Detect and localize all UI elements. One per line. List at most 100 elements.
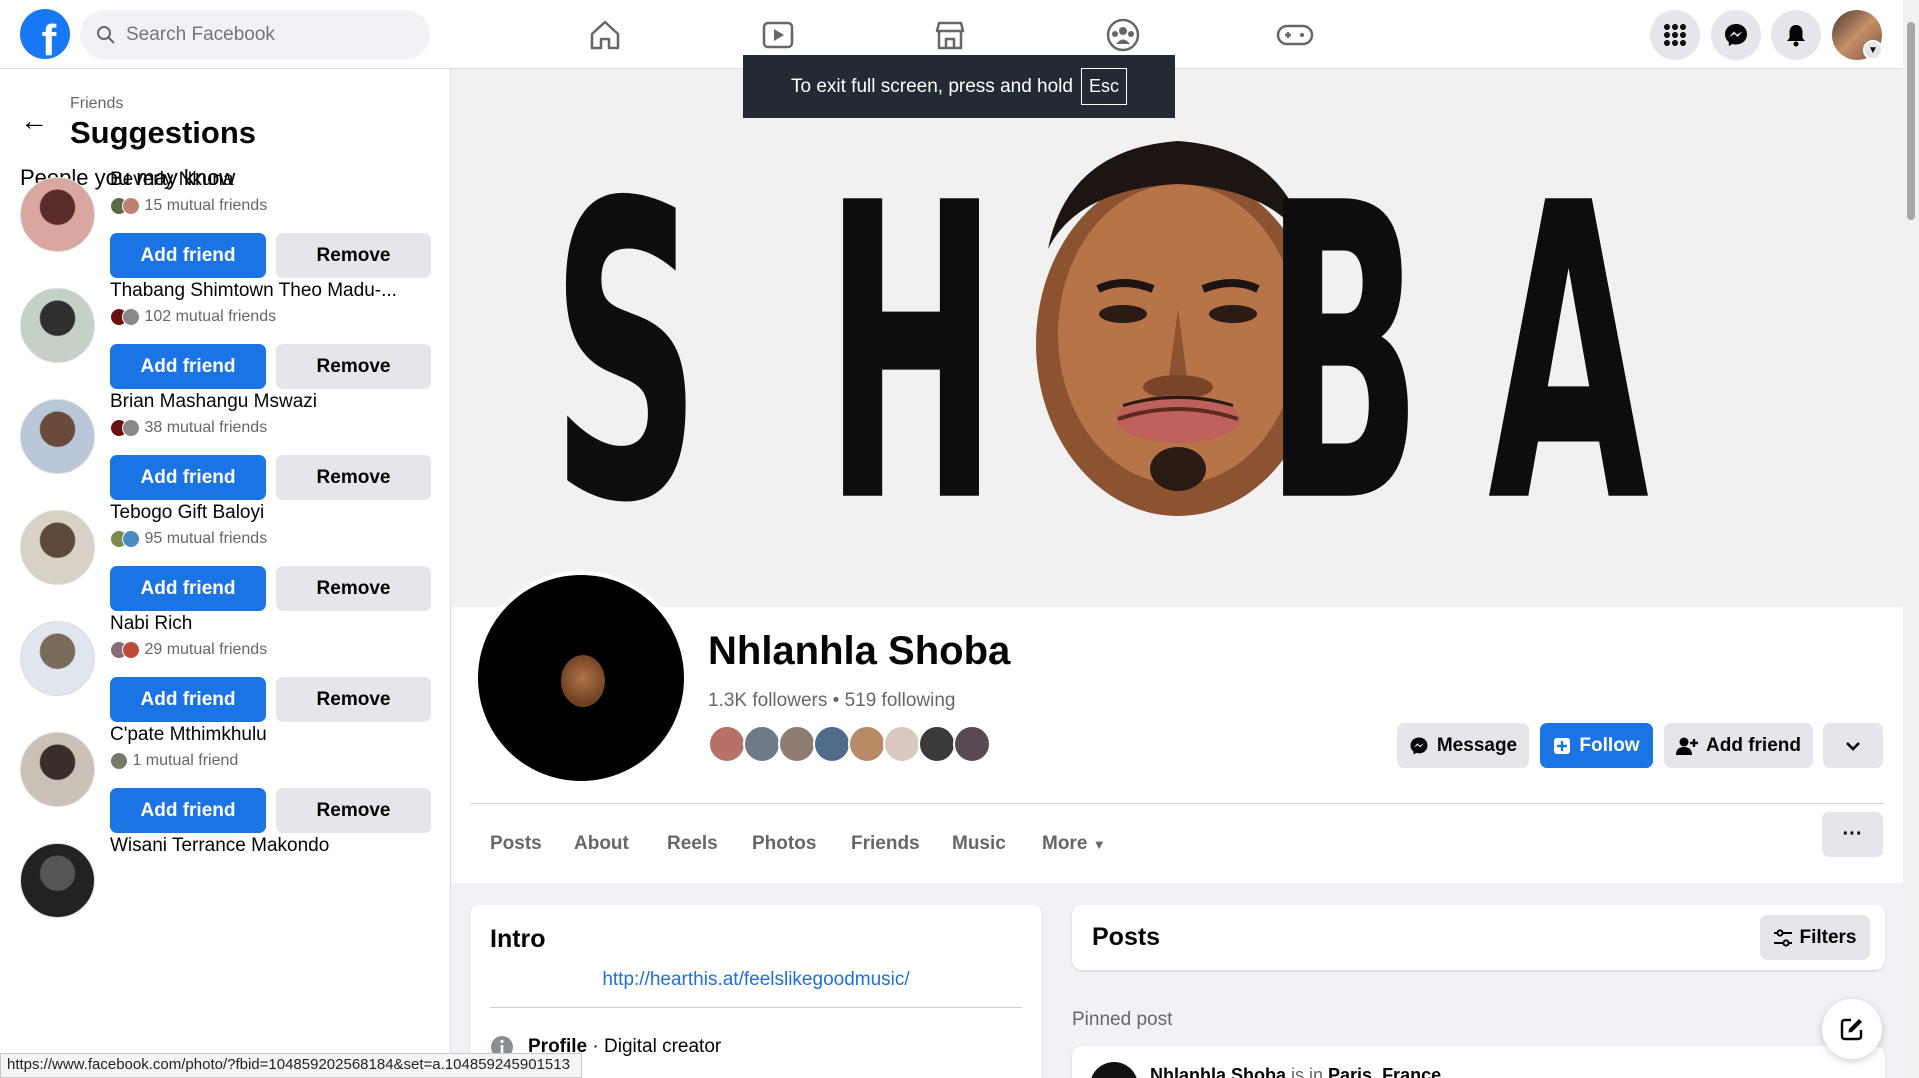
menu-button[interactable] — [1650, 10, 1700, 60]
add-friend-button[interactable]: Add friend — [110, 455, 266, 500]
tab-posts[interactable]: Posts — [490, 833, 542, 855]
tab-reels[interactable]: Reels — [667, 833, 718, 855]
cover-letter: A — [1488, 118, 1649, 593]
remove-button[interactable]: Remove — [276, 233, 431, 278]
follower-avatar[interactable] — [848, 725, 886, 763]
tab-about[interactable]: About — [574, 833, 629, 855]
status-bar-url: https://www.facebook.com/photo/?fbid=104… — [0, 1053, 582, 1078]
remove-button[interactable]: Remove — [276, 677, 431, 722]
messenger-button[interactable] — [1711, 10, 1761, 60]
follower-avatar[interactable] — [918, 725, 956, 763]
following-link[interactable]: 519 following — [845, 690, 956, 711]
scrollbar[interactable] — [1903, 0, 1919, 1078]
search-input[interactable] — [126, 23, 406, 46]
person-name[interactable]: Nabi Rich — [110, 613, 430, 635]
follow-label: Follow — [1579, 734, 1640, 756]
pinned-post: Nhlanhla Shoba is in Paris, France — [1072, 1046, 1885, 1078]
person-name[interactable]: Thabang Shimtown Theo Madu-... — [110, 280, 430, 302]
profile-main: S H B A Nhlanhla Shoba 1.3K followers • … — [452, 69, 1903, 1078]
remove-button[interactable]: Remove — [276, 344, 431, 389]
add-friend-button[interactable]: Add friend — [110, 788, 266, 833]
follower-avatar[interactable] — [883, 725, 921, 763]
groups-tab[interactable] — [1093, 12, 1153, 57]
add-friend-button[interactable]: Add friend — [110, 566, 266, 611]
add-friend-button[interactable]: Add friend — [1664, 723, 1813, 768]
post-location[interactable]: Paris, France — [1328, 1065, 1441, 1078]
facebook-logo[interactable]: f — [20, 9, 70, 59]
person-name[interactable]: Wisani Terrance Makondo — [110, 835, 430, 857]
gaming-tab[interactable] — [1265, 12, 1325, 57]
tab-photos[interactable]: Photos — [752, 833, 816, 855]
tab-music[interactable]: Music — [952, 833, 1006, 855]
follower-avatar[interactable] — [778, 725, 816, 763]
follow-plus-icon — [1554, 737, 1571, 754]
tab-more-label: More — [1042, 833, 1088, 854]
notifications-button[interactable] — [1771, 10, 1821, 60]
sidebar-title: Suggestions — [70, 115, 257, 150]
profile-header: Nhlanhla Shoba 1.3K followers • 519 foll… — [452, 571, 1903, 883]
person-name[interactable]: Brian Mashangu Mswazi — [110, 391, 430, 413]
remove-button[interactable]: Remove — [276, 455, 431, 500]
avatar[interactable] — [20, 399, 95, 474]
video-tab[interactable] — [748, 12, 808, 57]
post-author-avatar[interactable] — [1090, 1062, 1138, 1078]
video-icon — [762, 21, 794, 48]
add-friend-button[interactable]: Add friend — [110, 344, 266, 389]
messenger-icon — [1410, 737, 1428, 754]
ellipsis-button[interactable]: ··· — [1822, 812, 1883, 857]
avatar[interactable] — [20, 510, 95, 585]
cover-letter: B — [1264, 118, 1423, 593]
mutual-avatar — [122, 419, 140, 437]
avatar[interactable] — [20, 843, 95, 918]
cover-photo[interactable]: S H B A — [452, 69, 1903, 607]
remove-button[interactable]: Remove — [276, 788, 431, 833]
followers-link[interactable]: 1.3K followers — [708, 690, 827, 711]
post-author-line: Nhlanhla Shoba is in Paris, France — [1150, 1065, 1441, 1078]
follow-button[interactable]: Follow — [1540, 723, 1653, 768]
mutual-friends: 38 mutual friends — [110, 419, 267, 437]
person-name[interactable]: C'pate Mthimkhulu — [110, 724, 430, 746]
avatar[interactable] — [20, 621, 95, 696]
follower-avatar[interactable] — [708, 725, 746, 763]
scrollbar-thumb[interactable] — [1907, 22, 1915, 220]
add-friend-button[interactable]: Add friend — [110, 233, 266, 278]
mutual-avatar — [122, 530, 140, 548]
person-name[interactable]: Beverly Nkuna — [110, 169, 430, 191]
follower-avatar[interactable] — [743, 725, 781, 763]
profile-face — [561, 655, 605, 707]
intro-website-link[interactable]: http://hearthis.at/feelslikegoodmusic/ — [470, 969, 1042, 991]
posts-title: Posts — [1092, 923, 1161, 951]
follower-counts: 1.3K followers • 519 following — [708, 690, 956, 711]
profile-category: · Digital creator — [587, 1036, 722, 1057]
filters-button[interactable]: Filters — [1760, 915, 1870, 960]
add-friend-button[interactable]: Add friend — [110, 677, 266, 722]
messenger-icon — [1725, 24, 1747, 46]
tab-more[interactable]: More ▼ — [1042, 833, 1106, 855]
person-name[interactable]: Tebogo Gift Baloyi — [110, 502, 430, 524]
remove-button[interactable]: Remove — [276, 566, 431, 611]
new-message-button[interactable] — [1822, 999, 1882, 1059]
marketplace-tab[interactable] — [920, 12, 980, 57]
chevron-down-icon[interactable]: ▼ — [1863, 40, 1883, 60]
avatar[interactable] — [20, 732, 95, 807]
profile-picture[interactable] — [474, 571, 688, 785]
follower-avatar[interactable] — [813, 725, 851, 763]
cover-letter: H — [824, 118, 999, 593]
avatar[interactable] — [20, 288, 95, 363]
tab-friends[interactable]: Friends — [851, 833, 920, 855]
cover-letter: S — [551, 118, 701, 593]
message-button[interactable]: Message — [1397, 723, 1529, 768]
avatar[interactable] — [20, 177, 95, 252]
sliders-icon — [1774, 928, 1793, 947]
home-tab[interactable] — [575, 12, 635, 57]
post-is-in: is in — [1286, 1065, 1329, 1078]
breadcrumb[interactable]: Friends — [70, 95, 123, 113]
follower-avatars[interactable] — [708, 725, 991, 763]
search-box[interactable] — [80, 10, 430, 59]
follower-avatar[interactable] — [953, 725, 991, 763]
profile-more-button[interactable] — [1823, 723, 1883, 768]
post-author-name[interactable]: Nhlanhla Shoba — [1150, 1065, 1286, 1078]
mutual-count: 38 mutual friends — [144, 419, 268, 436]
back-arrow-icon[interactable]: ← — [20, 105, 48, 137]
groups-icon — [1106, 18, 1140, 51]
